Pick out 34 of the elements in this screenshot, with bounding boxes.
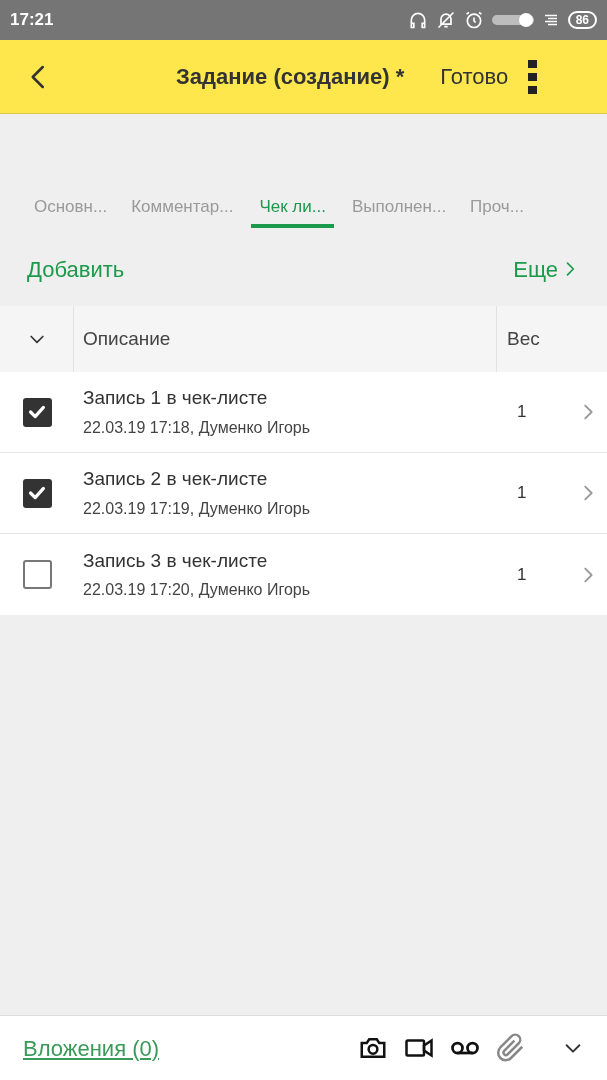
done-button[interactable]: Готово — [440, 60, 509, 93]
list-row[interactable]: Запись 3 в чек-листе 22.03.19 17:20, Думенко Игорь 1 — [0, 534, 607, 615]
more-icon[interactable] — [528, 59, 539, 94]
tab[interactable]: Выполнен... — [345, 194, 453, 224]
item-weight: 1 — [516, 482, 528, 505]
checkbox[interactable] — [22, 397, 52, 427]
paperclip-icon[interactable] — [496, 1033, 526, 1063]
column-header: Описание — [83, 326, 171, 351]
bell-off-icon — [435, 10, 456, 30]
tab[interactable]: Чек ли... — [251, 194, 334, 228]
item-subtitle: 22.03.19 17:19, Думенко Игорь — [83, 498, 312, 519]
clock: 17:21 — [10, 9, 54, 32]
tab[interactable]: Комментар... — [125, 194, 240, 224]
item-title: Запись 2 в чек-листе — [83, 467, 269, 492]
item-subtitle: 22.03.19 17:18, Думенко Игорь — [83, 417, 312, 438]
screen-title: Задание (создание) * — [176, 63, 405, 91]
toggle-icon — [491, 12, 534, 28]
alarm-icon — [463, 10, 484, 30]
item-weight: 1 — [516, 401, 528, 424]
item-title: Запись 3 в чек-листе — [83, 548, 269, 573]
tab[interactable]: Основн... — [28, 194, 114, 224]
battery-level: 86 — [567, 11, 597, 29]
list-row[interactable]: Запись 2 в чек-листе 22.03.19 17:19, Думенко Игорь 1 — [0, 453, 607, 534]
item-subtitle: 22.03.19 17:20, Думенко Игорь — [83, 580, 312, 601]
add-button[interactable]: Добавить — [27, 252, 125, 286]
list-row[interactable]: Запись 1 в чек-листе 22.03.19 17:18, Думенко Игорь 1 — [0, 372, 607, 453]
more-button[interactable]: Еще — [513, 252, 580, 286]
item-weight: 1 — [516, 563, 528, 586]
checkbox[interactable] — [22, 560, 52, 589]
tab[interactable]: Проч... — [464, 194, 530, 224]
column-header: Вес — [507, 326, 540, 351]
item-title: Запись 1 в чек-листе — [83, 386, 269, 411]
attachments-link[interactable]: Вложения (0) — [23, 1031, 160, 1065]
checkbox[interactable] — [22, 478, 52, 508]
